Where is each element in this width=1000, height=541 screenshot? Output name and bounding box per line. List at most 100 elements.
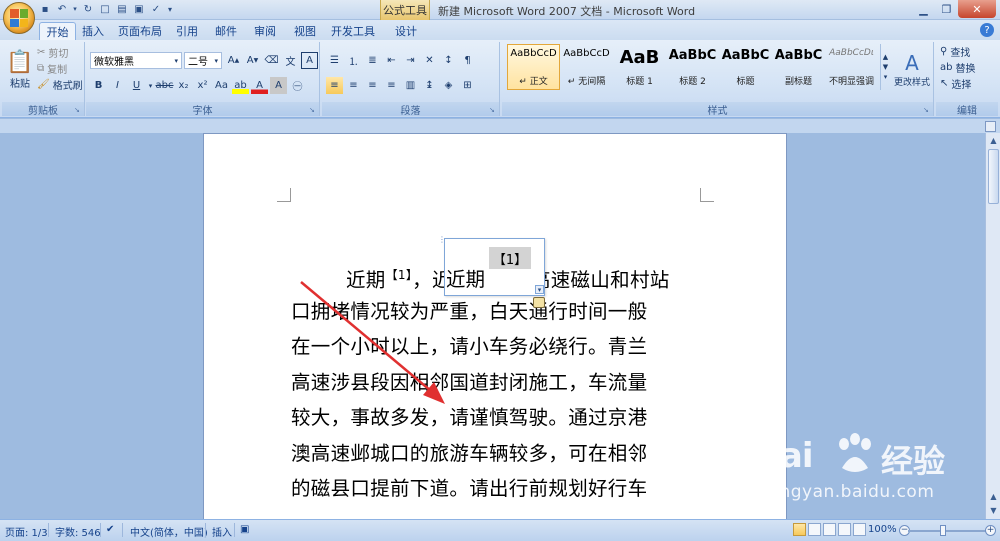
proofing-icon[interactable]: ✔	[106, 524, 114, 535]
tab-design[interactable]: 设计	[388, 22, 424, 40]
zoom-slider-thumb[interactable]	[940, 525, 946, 536]
line-spacing-icon[interactable]: ↨	[421, 77, 438, 94]
save-icon[interactable]: ▪	[38, 2, 52, 16]
change-styles-button[interactable]: A 更改样式	[892, 44, 932, 94]
outline-view-icon[interactable]	[838, 523, 851, 536]
shrink-font-icon[interactable]: A ▼	[244, 52, 261, 69]
office-button[interactable]	[3, 2, 35, 34]
numbering-icon[interactable]: ⒈	[345, 52, 362, 69]
style-heading-1[interactable]: AaB 标题 1	[613, 44, 666, 90]
underline-icon[interactable]: U	[128, 77, 145, 94]
char-border-icon[interactable]: A	[301, 52, 318, 69]
show-marks-icon[interactable]: ¶	[459, 52, 476, 69]
tab-insert[interactable]: 插入	[80, 22, 106, 40]
minimize-icon[interactable]: ▁	[912, 0, 935, 18]
dialog-launcher-icon[interactable]: ↘	[309, 106, 317, 114]
align-center-icon[interactable]: ≡	[345, 77, 362, 94]
clear-format-icon[interactable]: ⌫	[263, 52, 280, 69]
macro-record-icon[interactable]: ▣	[240, 524, 249, 535]
scroll-up-icon[interactable]: ▲	[987, 134, 1000, 147]
bold-icon[interactable]: B	[90, 77, 107, 94]
scroll-thumb[interactable]	[988, 149, 999, 204]
justify-icon[interactable]: ≡	[383, 77, 400, 94]
view-ruler-icon[interactable]	[985, 121, 996, 132]
equation-placeholder[interactable]: 【1】	[489, 247, 531, 269]
spelling-icon[interactable]: ✓	[149, 2, 163, 16]
tab-home[interactable]: 开始	[39, 22, 76, 40]
replace-button[interactable]: ab 替换	[940, 60, 975, 75]
style-subtle-emphasis[interactable]: AaBbCcDι 不明显强调	[825, 44, 878, 90]
print-layout-icon[interactable]	[793, 523, 806, 536]
style-normal[interactable]: AaBbCcD ↵ 正文	[507, 44, 560, 90]
zoom-slider[interactable]	[908, 530, 988, 532]
font-color-icon[interactable]: A	[251, 77, 268, 94]
superscript-icon[interactable]: x²	[194, 77, 211, 94]
vertical-scrollbar[interactable]: ▲ ▲ ▼	[985, 133, 1000, 519]
tab-developer[interactable]: 开发工具	[331, 22, 375, 40]
strikethrough-icon[interactable]: abc	[156, 77, 174, 94]
word-count[interactable]: 字数: 546	[55, 524, 101, 539]
equation-move-handle[interactable]: ⋮	[438, 236, 446, 248]
redo-icon[interactable]: ↻	[81, 2, 95, 16]
multilevel-list-icon[interactable]: ≣	[364, 52, 381, 69]
subscript-icon[interactable]: x₂	[175, 77, 192, 94]
style-subtitle[interactable]: AaBbC 副标题	[772, 44, 825, 90]
paste-button[interactable]: 📋 粘贴	[6, 44, 34, 96]
highlight-icon[interactable]: ab	[232, 77, 249, 94]
change-case-icon[interactable]: Aa	[213, 77, 230, 94]
style-heading-2[interactable]: AaBbC 标题 2	[666, 44, 719, 90]
open-icon[interactable]: ▤	[115, 2, 129, 16]
align-left-icon[interactable]: ≡	[326, 77, 343, 94]
copy-button[interactable]: ⧉ 复制	[37, 61, 67, 76]
new-doc-icon[interactable]: □	[98, 2, 112, 16]
cut-button[interactable]: ✂ 剪切	[37, 45, 68, 60]
increase-indent-icon[interactable]: ⇥	[402, 52, 419, 69]
prev-page-icon[interactable]: ▲	[987, 490, 1000, 503]
equation-box[interactable]: 【1】 近期	[444, 238, 545, 296]
gallery-scroll[interactable]: ▲ ▼ ▾	[880, 44, 890, 90]
align-right-icon[interactable]: ≡	[364, 77, 381, 94]
draft-view-icon[interactable]	[853, 523, 866, 536]
grow-font-icon[interactable]: A ▲	[225, 52, 242, 69]
find-button[interactable]: ⚲ 查找	[940, 44, 970, 59]
style-title[interactable]: AaBbC 标题	[719, 44, 772, 90]
bullets-icon[interactable]: ☰	[326, 52, 343, 69]
font-name-select[interactable]: 微软雅黑 ▾	[90, 52, 182, 69]
document-page[interactable]: 近期【1】，近期 高速磁山和村站 口拥堵情况较为严重，白天通行时间一般 在一个小…	[203, 133, 787, 519]
undo-icon[interactable]: ↶	[55, 2, 69, 16]
italic-icon[interactable]: I	[109, 77, 126, 94]
web-layout-icon[interactable]	[823, 523, 836, 536]
dialog-launcher-icon[interactable]: ↘	[489, 106, 497, 114]
style-no-spacing[interactable]: AaBbCcD ↵ 无间隔	[560, 44, 613, 90]
zoom-in-icon[interactable]: +	[985, 525, 996, 536]
tab-review[interactable]: 审阅	[252, 22, 278, 40]
insert-mode-indicator[interactable]: 插入	[212, 524, 232, 539]
full-screen-reading-icon[interactable]	[808, 523, 821, 536]
restore-icon[interactable]: ❐	[935, 0, 958, 18]
help-icon[interactable]: ?	[980, 23, 994, 37]
page-count[interactable]: 页面: 1/3	[5, 524, 48, 539]
char-shading-icon[interactable]: A	[270, 77, 287, 94]
decrease-indent-icon[interactable]: ⇤	[383, 52, 400, 69]
zoom-level[interactable]: 100%	[868, 524, 897, 535]
underline-dropdown-icon[interactable]: ▾	[147, 77, 154, 94]
chinese-layout-icon[interactable]: ✕	[421, 52, 438, 69]
equation-options-icon[interactable]: ▾	[535, 285, 544, 294]
borders-icon[interactable]: ⊞	[459, 77, 476, 94]
language-indicator[interactable]: 中文(简体，中国)	[130, 524, 208, 539]
enclose-char-icon[interactable]: ㊀	[289, 77, 306, 94]
dialog-launcher-icon[interactable]: ↘	[74, 106, 82, 114]
dialog-launcher-icon[interactable]: ↘	[923, 106, 931, 114]
close-icon[interactable]: ✕	[958, 0, 996, 18]
paste-options-icon[interactable]	[533, 297, 545, 308]
tab-references[interactable]: 引用	[174, 22, 200, 40]
distributed-icon[interactable]: ▥	[402, 77, 419, 94]
print-preview-icon[interactable]: ▣	[132, 2, 146, 16]
format-painter-button[interactable]: 🖌 格式刷	[37, 77, 83, 92]
select-button[interactable]: ↖ 选择	[940, 76, 971, 91]
sort-icon[interactable]: ↕	[440, 52, 457, 69]
tab-view[interactable]: 视图	[292, 22, 318, 40]
phonetic-guide-icon[interactable]: 文	[282, 52, 299, 69]
next-page-icon[interactable]: ▼	[987, 504, 1000, 517]
undo-dropdown-icon[interactable]: ▾	[72, 2, 78, 16]
